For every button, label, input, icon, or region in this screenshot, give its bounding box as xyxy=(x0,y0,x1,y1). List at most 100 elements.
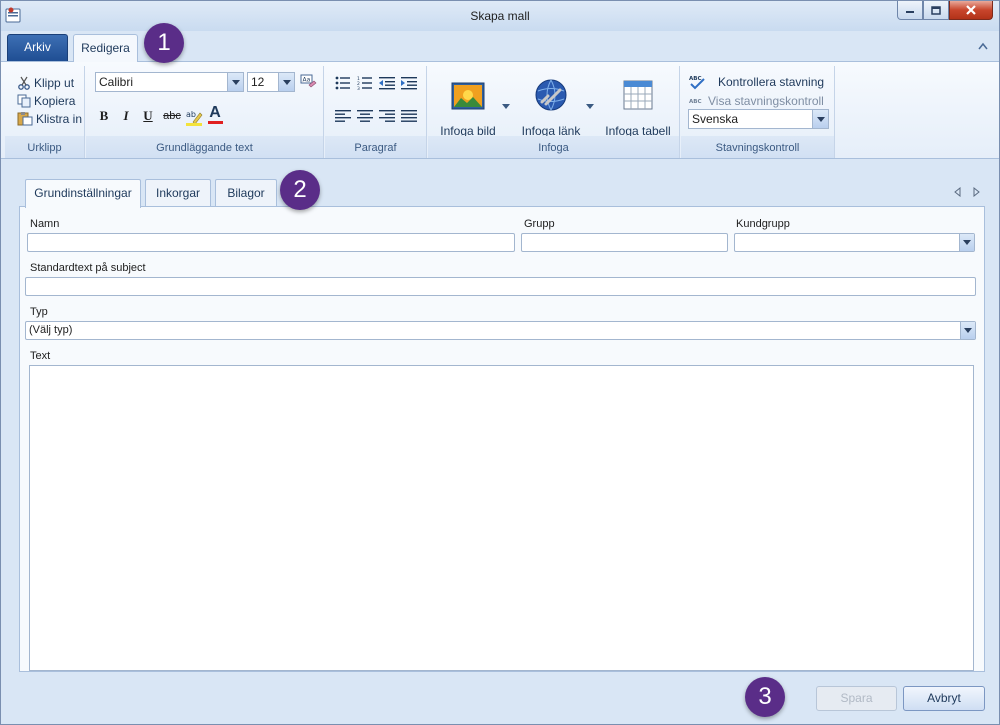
ribbon: Klipp ut Kopiera Klistra in Urklipp Cali… xyxy=(1,61,999,159)
chevron-down-icon xyxy=(964,328,972,333)
link-globe-icon xyxy=(535,79,567,111)
chevron-down-icon xyxy=(231,79,240,85)
subject-label: Standardtext på subject xyxy=(30,262,146,274)
type-dropdown[interactable] xyxy=(960,322,975,339)
collapse-ribbon-icon[interactable] xyxy=(977,41,989,51)
close-button[interactable] xyxy=(949,1,993,20)
customer-group-dropdown[interactable] xyxy=(959,234,974,251)
align-left-icon[interactable] xyxy=(335,109,351,123)
customer-group-select[interactable] xyxy=(734,233,975,252)
align-center-icon[interactable] xyxy=(357,109,373,123)
subject-input[interactable] xyxy=(25,277,976,296)
close-icon xyxy=(966,5,976,15)
svg-text:3: 3 xyxy=(357,86,360,90)
table-icon xyxy=(623,80,653,110)
language-value: Svenska xyxy=(692,112,739,126)
name-input[interactable] xyxy=(27,233,515,252)
insert-image-button[interactable]: Infoga bild xyxy=(434,72,502,142)
group-paragraph: 1 2 3 Paragraf xyxy=(325,66,427,158)
clear-formatting-icon[interactable]: Aa xyxy=(299,73,317,91)
tab-arkiv[interactable]: Arkiv xyxy=(7,34,68,61)
show-spelling-label: Visa stavningskontroll xyxy=(708,93,824,108)
chevron-down-icon xyxy=(963,240,971,245)
font-color-button[interactable]: A xyxy=(205,104,225,124)
spellcheck-icon: ABC xyxy=(689,76,705,89)
italic-button[interactable]: I xyxy=(116,106,136,126)
cancel-button[interactable]: Avbryt xyxy=(903,686,985,711)
window-title: Skapa mall xyxy=(470,9,530,23)
tab-redigera[interactable]: Redigera xyxy=(73,34,138,62)
font-size-dropdown[interactable] xyxy=(278,73,294,91)
type-label: Typ xyxy=(30,306,48,318)
strikethrough-button[interactable]: abc xyxy=(160,106,184,126)
language-dropdown[interactable] xyxy=(812,110,828,128)
name-label: Namn xyxy=(30,218,60,230)
maximize-button[interactable] xyxy=(923,1,949,20)
save-button[interactable]: Spara xyxy=(816,686,897,711)
paragraph-group-label: Paragraf xyxy=(354,142,397,154)
settings-panel: Namn Grupp Kundgrupp Standardtext på sub… xyxy=(19,206,985,672)
dialog-window: Skapa mall Arkiv Redigera Klipp ut Kopie… xyxy=(0,0,1000,725)
step-badge-2: 2 xyxy=(280,170,320,210)
decrease-indent-icon[interactable] xyxy=(379,76,395,90)
numbered-list-icon[interactable]: 1 2 3 xyxy=(357,76,373,90)
group-spelling: ABC Kontrollera stavning ABC Visa stavni… xyxy=(681,66,835,158)
spellcheck-abc-text: ABC xyxy=(689,76,702,82)
paste-button[interactable]: Klistra in xyxy=(17,110,82,127)
svg-text:Aa: Aa xyxy=(303,77,311,84)
svg-text:ab: ab xyxy=(186,110,196,119)
image-icon xyxy=(451,82,485,110)
increase-indent-icon[interactable] xyxy=(401,76,417,90)
paste-label: Klistra in xyxy=(36,111,83,126)
spelling-group-label: Stavningskontroll xyxy=(715,142,800,154)
align-justify-icon[interactable] xyxy=(401,109,417,123)
step-badge-3: 3 xyxy=(745,677,785,717)
font-color-swatch xyxy=(207,120,223,124)
underline-button[interactable]: U xyxy=(138,106,158,126)
minimize-button[interactable] xyxy=(897,1,923,20)
align-right-icon[interactable] xyxy=(379,109,395,123)
font-size-select[interactable]: 12 xyxy=(247,72,295,92)
font-size-value: 12 xyxy=(251,75,265,89)
tab-next-icon[interactable] xyxy=(971,187,981,197)
font-family-value: Calibri xyxy=(99,75,134,89)
bullet-list-icon[interactable] xyxy=(335,76,351,90)
bold-button[interactable]: B xyxy=(94,106,114,126)
insert-link-dropdown-icon[interactable] xyxy=(586,104,594,110)
insert-image-dropdown-icon[interactable] xyxy=(502,104,510,110)
clipboard-group-label: Urklipp xyxy=(27,142,62,154)
tab-bilagor[interactable]: Bilagor xyxy=(215,179,277,207)
customer-group-label: Kundgrupp xyxy=(736,218,790,230)
scissors-icon xyxy=(18,76,30,90)
group-label: Grupp xyxy=(524,218,555,230)
chevron-down-icon xyxy=(282,79,291,85)
font-color-glyph: A xyxy=(209,103,221,121)
tab-grundinstallningar[interactable]: Grundinställningar xyxy=(25,179,141,208)
copy-icon xyxy=(17,94,31,107)
type-select[interactable]: (Välj typ) xyxy=(25,321,976,340)
cut-label: Klipp ut xyxy=(34,75,75,90)
insert-group-label: Infoga xyxy=(538,142,569,154)
tab-prev-icon[interactable] xyxy=(953,187,963,197)
language-select[interactable]: Svenska xyxy=(688,109,829,129)
group-input[interactable] xyxy=(521,233,728,252)
check-spelling-button[interactable]: ABC Kontrollera stavning xyxy=(689,73,824,90)
group-insert: Infoga bild Infoga länk Infoga tabell In… xyxy=(428,66,680,158)
tab-inkorgar[interactable]: Inkorgar xyxy=(145,179,211,207)
show-spelling-abc-text: ABC xyxy=(689,99,702,105)
copy-button[interactable]: Kopiera xyxy=(17,92,75,109)
show-spelling-button[interactable]: ABC Visa stavningskontroll xyxy=(689,92,824,109)
window-controls xyxy=(897,1,993,20)
font-family-dropdown[interactable] xyxy=(227,73,243,91)
highlight-icon[interactable]: ab xyxy=(185,108,203,126)
chevron-down-icon xyxy=(816,116,825,122)
insert-table-button[interactable]: Infoga tabell xyxy=(600,72,676,142)
font-family-select[interactable]: Calibri xyxy=(95,72,244,92)
text-editor[interactable] xyxy=(29,365,974,671)
minimize-icon xyxy=(906,11,914,13)
insert-link-button[interactable]: Infoga länk xyxy=(516,72,586,142)
check-spelling-label: Kontrollera stavning xyxy=(718,74,825,89)
step-badge-1: 1 xyxy=(144,23,184,63)
cut-button[interactable]: Klipp ut xyxy=(17,74,74,91)
basic-text-group-label: Grundläggande text xyxy=(156,142,253,154)
